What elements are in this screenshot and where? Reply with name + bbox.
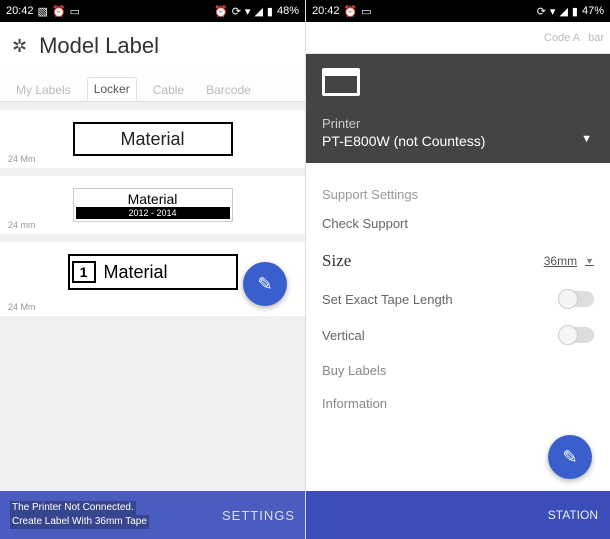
size-dropdown[interactable]: 36mm ▼ (544, 254, 594, 268)
tab-locker[interactable]: Locker (87, 77, 137, 101)
signal-icon: ◢ (254, 5, 262, 18)
printer-label: Printer (322, 116, 594, 131)
footer-bar: The Printer Not Connected. Create Label … (0, 491, 305, 539)
screen-right: 20:42 ⏰ ▭ ⟳ ▾ ◢ ▮ 47% Code A bar Printer… (305, 0, 610, 539)
printer-panel-header[interactable]: Printer PT-E800W (not Countess) ▼ (306, 54, 610, 163)
printer-icon (322, 68, 360, 96)
battery-pct: 48% (277, 5, 299, 17)
alarm-icon: ⏰ (214, 5, 228, 18)
sync-icon: ⟳ (537, 5, 546, 18)
chevron-down-icon: ▼ (581, 133, 592, 145)
tab-bar: My Labels Locker Cable Barcode (0, 70, 305, 102)
label-size: 24 Mm (8, 302, 36, 312)
size-label: Size (322, 251, 351, 271)
label-template-3[interactable]: 1 Material 24 Mm ✎ (0, 242, 305, 316)
edit-icon: ✎ (562, 447, 577, 468)
wifi-icon: ▾ (245, 5, 251, 18)
edit-fab[interactable]: ✎ (548, 435, 592, 479)
tabs-peek: Code A bar (306, 22, 610, 54)
printer-name: PT-E800W (not Countess) (322, 133, 594, 149)
tab-cable[interactable]: Cable (147, 79, 190, 101)
sync-icon: ⟳ (232, 5, 241, 18)
gear-icon[interactable]: ✲ (12, 36, 27, 57)
battery-icon: ▮ (267, 5, 273, 18)
tab-code[interactable]: Code A (544, 32, 580, 44)
picture-icon: ▧ (38, 5, 48, 18)
edit-fab[interactable]: ✎ (243, 262, 287, 306)
label-size: 24 mm (8, 220, 36, 230)
vertical-label: Vertical (322, 328, 365, 343)
label-preview: Material (73, 122, 233, 156)
status-bar: 20:42 ▧ ⏰ ▭ ⏰ ⟳ ▾ ◢ ▮ 48% (0, 0, 305, 22)
exact-tape-label: Set Exact Tape Length (322, 292, 453, 307)
label-template-1[interactable]: Material 24 Mm (0, 110, 305, 168)
label-size: 24 Mm (8, 154, 36, 164)
battery-icon: ▮ (572, 5, 578, 18)
information-link[interactable]: Information (322, 396, 594, 411)
footer-bar: STATION (306, 491, 610, 539)
label-list[interactable]: Material 24 Mm Material 2012 - 2014 24 m… (0, 102, 305, 491)
check-support[interactable]: Check Support (322, 216, 408, 231)
settings-button[interactable]: SETTINGS (222, 508, 295, 523)
battery-pct: 47% (582, 5, 604, 17)
exact-tape-toggle[interactable] (560, 291, 594, 307)
edit-icon: ✎ (257, 274, 272, 295)
app-title: Model Label (39, 33, 159, 59)
tab-bar[interactable]: bar (588, 32, 604, 44)
chevron-down-icon: ▼ (585, 256, 594, 266)
status-bar: 20:42 ⏰ ▭ ⟳ ▾ ◢ ▮ 47% (306, 0, 610, 22)
status-time: 20:42 (6, 5, 34, 17)
section-support-settings: Support Settings (322, 187, 594, 202)
wifi-icon: ▾ (550, 5, 556, 18)
buy-labels-link[interactable]: Buy Labels (322, 363, 594, 378)
label-preview: 1 Material (68, 254, 238, 290)
label-preview: Material 2012 - 2014 (73, 188, 233, 222)
alarm-icon: ⏰ (52, 5, 66, 18)
chat-icon: ▭ (361, 5, 371, 18)
chat-icon: ▭ (70, 5, 80, 18)
alarm-icon: ⏰ (344, 5, 358, 18)
tab-barcode[interactable]: Barcode (200, 79, 257, 101)
station-button[interactable]: STATION (548, 508, 598, 522)
app-header: ✲ Model Label (0, 22, 305, 70)
signal-icon: ◢ (559, 5, 567, 18)
footer-message: The Printer Not Connected. Create Label … (10, 501, 222, 529)
tab-my-labels[interactable]: My Labels (10, 79, 77, 101)
vertical-toggle[interactable] (560, 327, 594, 343)
status-time: 20:42 (312, 5, 340, 17)
label-template-2[interactable]: Material 2012 - 2014 24 mm (0, 176, 305, 234)
screen-left: 20:42 ▧ ⏰ ▭ ⏰ ⟳ ▾ ◢ ▮ 48% ✲ Model Label … (0, 0, 305, 539)
